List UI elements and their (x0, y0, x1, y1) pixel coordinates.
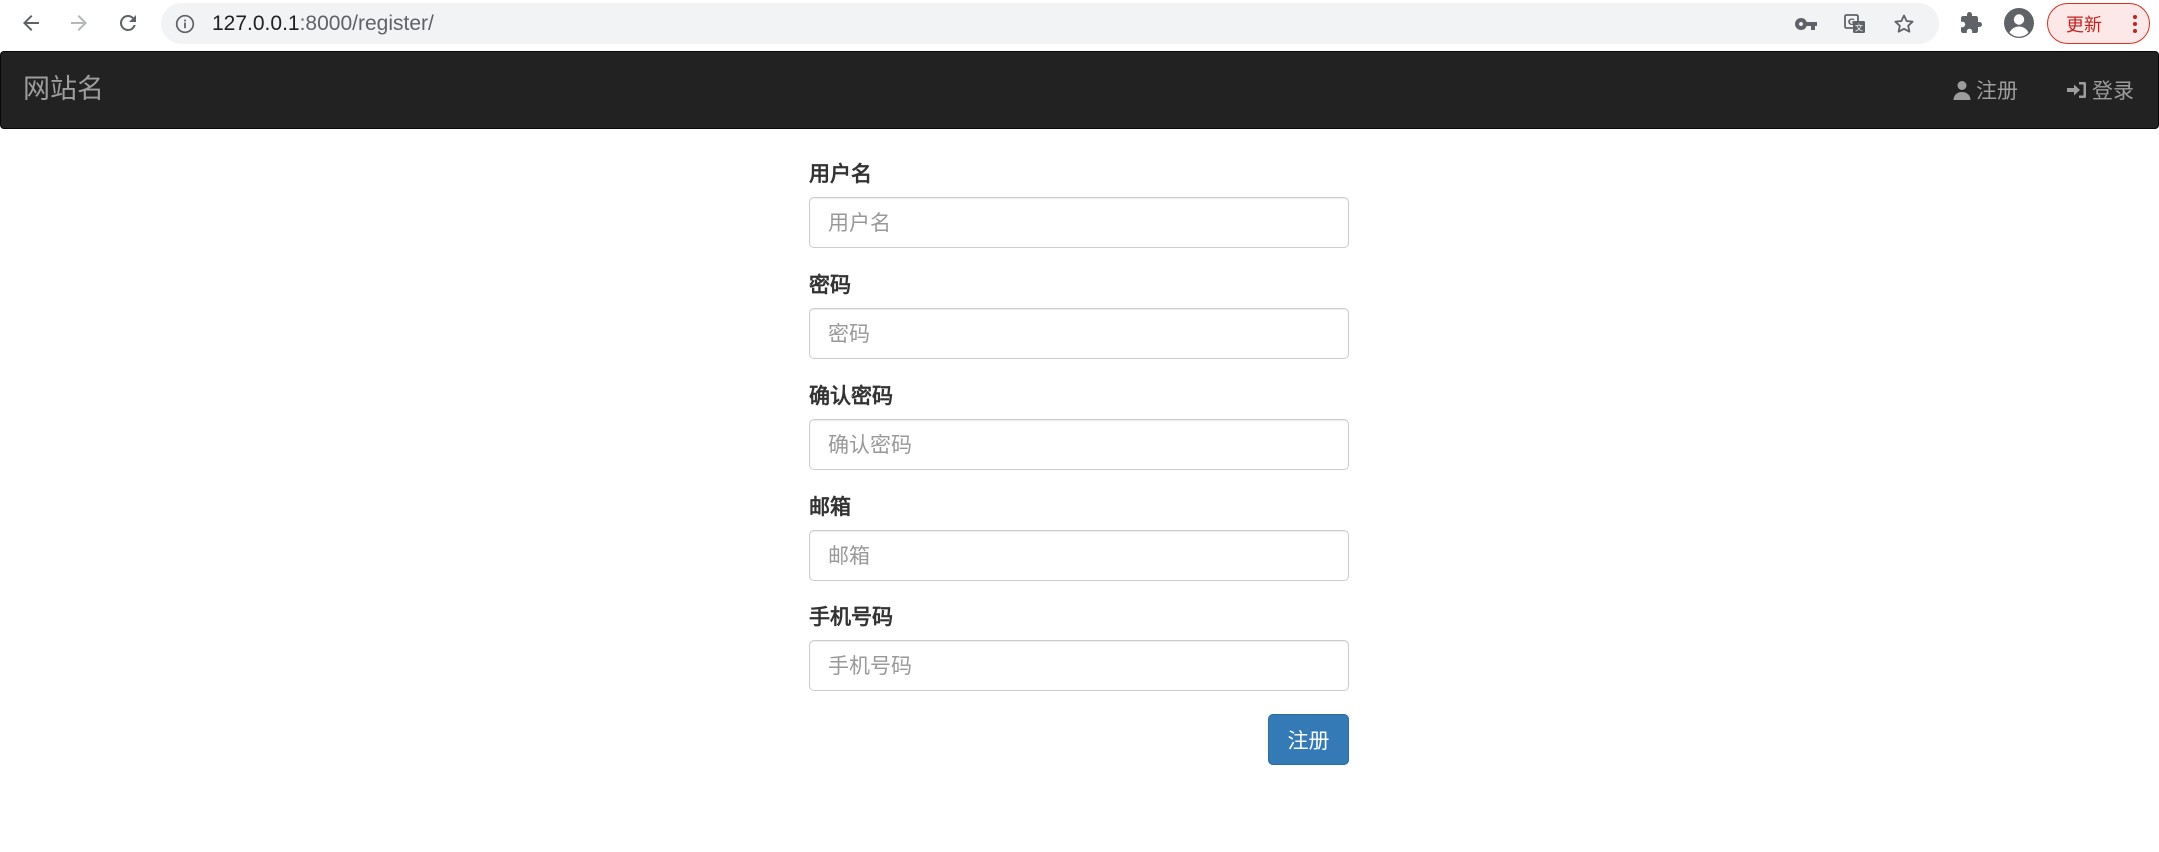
username-input[interactable] (809, 197, 1349, 248)
email-input[interactable] (809, 530, 1349, 581)
extensions-icon[interactable] (1954, 6, 1988, 40)
site-brand[interactable]: 网站名 (23, 52, 104, 128)
url-path: :8000/register/ (299, 12, 434, 35)
site-navbar: 网站名 注册 登录 (0, 51, 2159, 129)
password-input[interactable] (809, 308, 1349, 359)
username-label: 用户名 (809, 162, 872, 186)
password-label: 密码 (809, 273, 851, 297)
url-host: 127.0.0.1 (212, 12, 300, 35)
log-in-icon (2067, 82, 2086, 98)
kebab-menu-icon (2133, 15, 2137, 33)
address-bar[interactable]: 127.0.0.1:8000/register/ G 文 (161, 3, 1939, 44)
update-button[interactable]: 更新 (2047, 3, 2150, 44)
translate-icon[interactable]: G 文 (1842, 11, 1868, 37)
register-submit-button[interactable]: 注册 (1268, 714, 1349, 765)
back-icon (23, 15, 39, 31)
url-text[interactable]: 127.0.0.1:8000/register/ (212, 3, 434, 44)
back-button[interactable] (12, 4, 50, 42)
user-icon (1953, 81, 1971, 100)
nav-login-link[interactable]: 登录 (2066, 52, 2134, 128)
confirm-password-input[interactable] (809, 419, 1349, 470)
phone-label: 手机号码 (809, 605, 893, 629)
nav-register-label: 注册 (1976, 79, 2018, 103)
profile-icon[interactable] (2002, 6, 2036, 40)
info-icon[interactable] (175, 14, 195, 38)
nav-login-label: 登录 (2092, 79, 2134, 103)
forward-button[interactable] (60, 4, 98, 42)
reload-button[interactable] (109, 4, 147, 42)
svg-text:文: 文 (1855, 23, 1863, 33)
key-icon[interactable] (1793, 11, 1819, 37)
update-label: 更新 (2066, 14, 2102, 36)
forward-icon (71, 15, 87, 31)
browser-toolbar: 127.0.0.1:8000/register/ G 文 更新 (0, 0, 2159, 47)
email-label: 邮箱 (809, 495, 851, 519)
confirm-password-label: 确认密码 (809, 384, 893, 408)
phone-input[interactable] (809, 640, 1349, 691)
star-icon[interactable] (1891, 11, 1917, 37)
reload-icon (119, 14, 136, 31)
nav-register-link[interactable]: 注册 (1952, 52, 2018, 128)
